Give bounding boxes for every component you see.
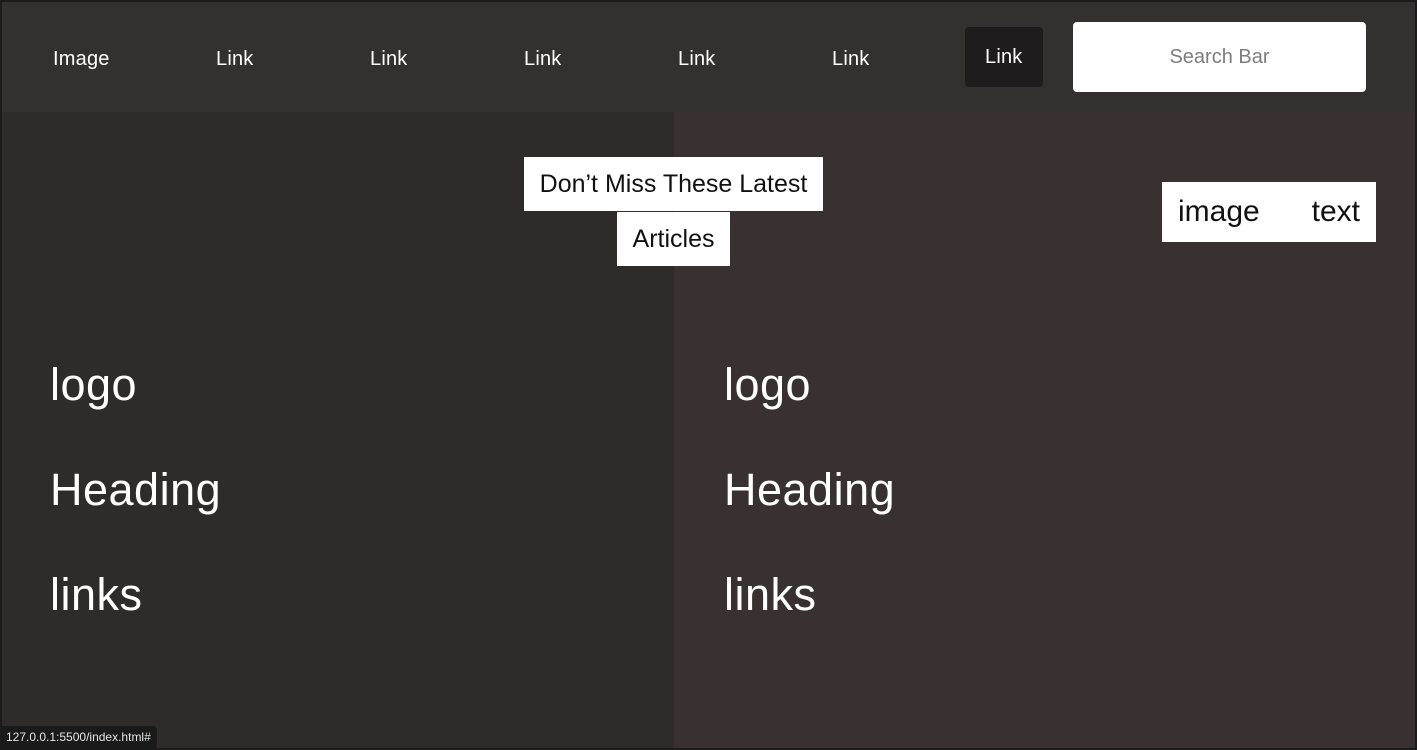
nav-link-1[interactable]: Link — [216, 36, 254, 82]
column-links[interactable]: links — [724, 542, 895, 647]
column-links[interactable]: links — [50, 542, 221, 647]
nav-link-2[interactable]: Link — [370, 36, 408, 82]
column-heading: Heading — [50, 464, 222, 515]
text-placeholder-label: text — [1311, 195, 1360, 228]
image-text-box: image text — [1162, 182, 1376, 242]
column-logo: logo — [50, 359, 138, 410]
nav-link-3[interactable]: Link — [524, 36, 562, 82]
nav-link-5[interactable]: Link — [832, 36, 870, 82]
nav-link-active[interactable]: Link — [965, 27, 1043, 87]
section-headline: Don’t Miss These Latest Articles — [511, 157, 836, 267]
headline-text: Don’t Miss These Latest Articles — [523, 157, 824, 266]
status-bar-url: 127.0.0.1:5500/index.html# — [2, 726, 157, 748]
nav-image-link[interactable]: Image — [53, 36, 110, 82]
nav-link-4[interactable]: Link — [678, 36, 716, 82]
browser-viewport: Image Link Link Link Link Link Link Don’… — [0, 0, 1417, 750]
column-logo: logo — [724, 359, 812, 410]
footer-column-right: logo Heading links — [724, 332, 895, 647]
search-input[interactable] — [1073, 22, 1366, 92]
column-heading: Heading — [724, 464, 896, 515]
footer-column-left: logo Heading links — [50, 332, 221, 647]
image-placeholder-label: image — [1178, 195, 1260, 228]
